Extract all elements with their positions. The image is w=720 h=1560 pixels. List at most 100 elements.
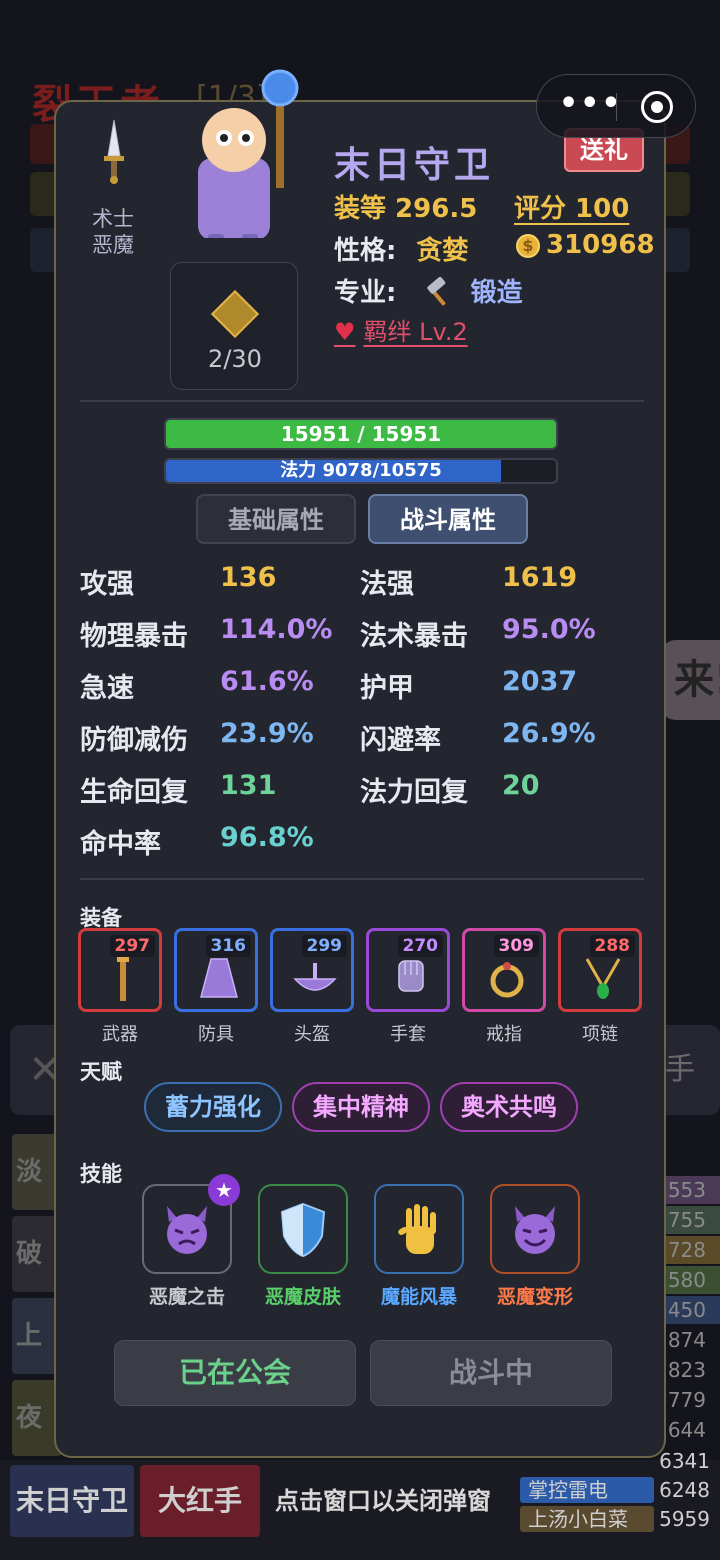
shield-icon <box>280 1202 326 1258</box>
stat-label: 命中率 <box>80 829 161 860</box>
stat-label: 法强 <box>360 569 414 600</box>
stat-label: 急速 <box>80 673 134 704</box>
hand-icon <box>398 1204 436 1254</box>
personality-row: 性格: 贪婪 <box>334 230 468 267</box>
gear-row: 装等 296.5 评分 100 <box>334 188 629 225</box>
profession-label: 专业: <box>334 278 397 308</box>
equip-slot-weapon[interactable]: 297 <box>78 928 162 1012</box>
in-guild-button[interactable]: 已在公会 <box>114 1340 356 1406</box>
stat-label: 物理暴击 <box>80 621 188 652</box>
skill-name: 魔能风暴 <box>380 1286 457 1308</box>
stat-value: 96.8% <box>220 822 314 853</box>
race-name: 恶魔 <box>92 233 134 257</box>
stat-value: 20 <box>502 770 540 801</box>
talent-arcane-resonance[interactable]: 奥术共鸣 <box>440 1082 578 1132</box>
bg-ranking-name: 掌控雷电 <box>520 1477 654 1503</box>
class-name: 术士 <box>92 207 134 231</box>
profession-row: 专业: 锻造 <box>334 272 523 309</box>
equip-name: 武器 <box>102 1024 138 1045</box>
character-name: 末日守卫 <box>334 145 495 186</box>
equip-name: 头盔 <box>294 1024 330 1045</box>
stat-value: 95.0% <box>502 614 596 645</box>
star-badge-icon: ★ <box>208 1174 240 1206</box>
bg-ranking-name: 上汤小白菜 <box>520 1506 654 1532</box>
bg-close-hint: 点击窗口以关闭弹窗 <box>275 1487 491 1515</box>
bg-tab-big-red-hand: 大红手 <box>140 1465 260 1537</box>
stat-value: 114.0% <box>220 614 333 645</box>
bg-ranking-row: 掌控雷电 6248 <box>520 1477 720 1503</box>
bg-ranking-row: 上汤小白菜 5959 <box>520 1506 720 1532</box>
equip-level: 297 <box>109 935 155 957</box>
bg-ranking-value: 6248 <box>659 1478 710 1502</box>
talents-title: 天赋 <box>80 1060 122 1084</box>
stat-label: 攻强 <box>80 569 134 600</box>
equip-name: 防具 <box>198 1024 234 1045</box>
talent-focus[interactable]: 集中精神 <box>292 1082 430 1132</box>
bg-speech-bubble: 来! <box>660 640 720 720</box>
character-detail-modal: 术士 恶魔 2/30 末日守卫 送礼 装等 296.5 评分 100 性格: 贪婪… <box>54 69 666 1458</box>
close-miniprogram-icon[interactable] <box>641 91 673 123</box>
bg-ranking-value: 5959 <box>659 1507 710 1531</box>
skill-demon-form[interactable] <box>490 1184 580 1274</box>
rating-link[interactable]: 评分 100 <box>514 188 629 225</box>
skill-demon-skin[interactable] <box>258 1184 348 1274</box>
talent-charge-boost[interactable]: 蓄力强化 <box>144 1082 282 1132</box>
mp-bar: 法力 9078/10575 <box>164 458 558 484</box>
bond-text: 羁绊 Lv.2 <box>363 318 468 346</box>
stat-value: 26.9% <box>502 718 596 749</box>
personality-label: 性格: <box>334 236 397 266</box>
stat-value: 1619 <box>502 562 578 593</box>
token-box: 2/30 <box>170 262 298 390</box>
bg-score: 728 <box>660 1236 720 1264</box>
gear-level: 装等 296.5 <box>334 194 478 224</box>
dagger-icon <box>104 119 124 184</box>
stat-value: 131 <box>220 770 277 801</box>
hat-icon <box>293 963 337 991</box>
coin-display: $310968 <box>516 230 655 260</box>
stat-value: 136 <box>220 562 277 593</box>
equip-slot-gloves[interactable]: 270 <box>366 928 450 1012</box>
hp-bar: 15951 / 15951 <box>164 418 558 450</box>
personality-value: 贪婪 <box>416 236 469 266</box>
robe-icon <box>200 958 238 998</box>
profession-value: 锻造 <box>470 278 523 308</box>
more-menu-icon[interactable]: ••• <box>559 89 623 119</box>
equip-name: 戒指 <box>486 1024 522 1045</box>
in-battle-button[interactable]: 战斗中 <box>370 1340 612 1406</box>
equip-slot-necklace[interactable]: 288 <box>558 928 642 1012</box>
bg-score: 823 <box>667 1358 706 1382</box>
bg-score: 580 <box>660 1266 720 1294</box>
skill-name: 恶魔之击 <box>148 1286 225 1308</box>
skill-name: 恶魔皮肤 <box>264 1286 341 1308</box>
equip-level: 270 <box>397 935 443 957</box>
equip-level: 288 <box>589 935 635 957</box>
divider <box>80 878 644 880</box>
stat-value: 2037 <box>502 666 578 697</box>
skill-name: 恶魔变形 <box>496 1286 573 1308</box>
tab-basic-attributes[interactable]: 基础属性 <box>196 494 356 544</box>
heart-icon: ♥ <box>334 318 356 346</box>
equip-name: 项链 <box>582 1024 618 1045</box>
bg-score: 644 <box>667 1418 706 1442</box>
tab-combat-attributes[interactable]: 战斗属性 <box>368 494 528 544</box>
bg-score: 755 <box>660 1206 720 1234</box>
character-avatar <box>198 69 299 238</box>
skill-arcane-storm[interactable] <box>374 1184 464 1274</box>
stat-label: 闪避率 <box>360 725 441 756</box>
token-count: 2/30 <box>208 345 262 373</box>
capsule-separator <box>616 93 617 121</box>
equip-slot-helmet[interactable]: 299 <box>270 928 354 1012</box>
equip-level: 316 <box>205 935 251 957</box>
stat-label: 护甲 <box>360 673 414 704</box>
equip-slot-ring[interactable]: 309 <box>462 928 546 1012</box>
necklace-icon <box>585 958 621 999</box>
stat-value: 61.6% <box>220 666 314 697</box>
hammer-icon <box>427 276 447 306</box>
bond-level[interactable]: ♥ 羁绊 Lv.2 <box>334 312 468 347</box>
bg-score: 553 <box>660 1176 720 1204</box>
stat-label: 防御减伤 <box>80 725 188 756</box>
equip-level: 299 <box>301 935 347 957</box>
class-label: 术士 恶魔 <box>78 206 148 258</box>
equip-slot-armor[interactable]: 316 <box>174 928 258 1012</box>
bg-score: 450 <box>660 1296 720 1324</box>
